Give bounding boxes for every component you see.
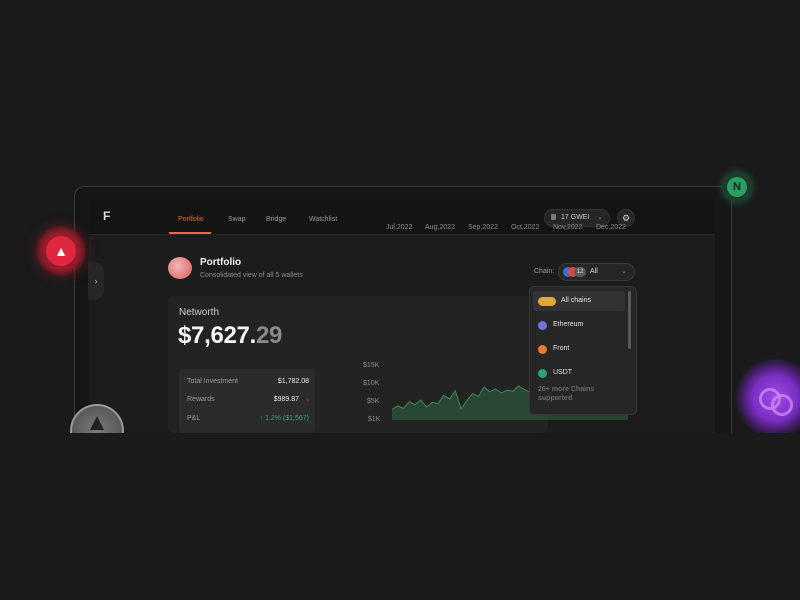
more-chains-note: 26+ more Chains supported [538,386,595,402]
page-title: Portfolio [200,257,242,268]
sidebar-expand-button[interactable]: › [88,262,104,300]
dropdown-scrollbar[interactable] [628,291,631,349]
stat-value: $989.87 [273,396,299,403]
y-tick-label: $5K [367,398,380,405]
chain-filter-label: Chain: [534,268,555,275]
networth-value-main: $7,627. [178,322,256,349]
chevron-down-icon: ⌄ [597,214,603,221]
chain-option-front[interactable]: Front [533,339,625,359]
chevron-down-icon: ⌄ [621,268,627,275]
networth-value-decimal: 29 [255,322,283,349]
tab-bridge[interactable]: Bridge [266,216,286,223]
lock-icon [551,214,556,220]
all-chains-icon [538,297,556,306]
chain-option-label: All chains [561,297,591,304]
x-tick-label: Nov,2022 [553,224,583,231]
stats-panel: Total Investment $1,782.08 Rewards $989.… [179,369,315,433]
stat-row-investment: Total Investment $1,782.08 [187,378,309,388]
near-coin-icon: N [722,172,752,202]
x-tick-label: Sep,2022 [468,224,498,231]
front-icon [538,345,547,354]
y-tick-label: $10K [363,380,380,387]
chain-option-ethereum[interactable]: Ethereum [533,315,625,335]
chain-option-usdt[interactable]: USDT [533,363,625,383]
tab-swap[interactable]: Swap [228,216,246,223]
chain-option-label: Front [553,345,570,352]
x-tick-label: Jul,2022 [386,224,413,231]
usdt-icon [538,369,547,378]
chain-option-label: Ethereum [553,321,584,328]
gear-icon: ⚙ [621,213,631,223]
app-logo[interactable]: F [103,210,113,222]
stat-label: Rewards [187,396,215,403]
x-tick-label: Dec,2022 [596,224,626,231]
networth-label: Networth [179,307,220,318]
avalanche-logo-icon: ▲ [46,236,76,266]
ethereum-coin-icon [70,404,124,433]
chain-option-all[interactable]: All chains [533,291,625,311]
networth-value: $7,627.29 [178,322,282,350]
x-tick-label: Oct,2022 [511,224,540,231]
chain-count-badge: 12 [574,267,586,277]
stat-label: Total Investment [187,378,238,385]
stat-value: $1,782.08 [277,378,309,385]
y-tick-label: $15K [363,362,380,369]
tab-watchlist[interactable]: Watchlist [309,216,337,223]
ethereum-icon [538,321,547,330]
portfolio-avatar [168,257,192,279]
chain-dropdown: All chains Ethereum Front USDT 26+ more … [529,286,637,415]
tab-portfolio[interactable]: Portfolio [178,216,204,223]
chevron-right-icon: › [94,276,98,286]
near-logo-icon: N [727,177,747,197]
active-tab-indicator [169,232,211,234]
stat-row-rewards[interactable]: Rewards $989.87 › [187,395,309,406]
chain-option-label: USDT [553,369,573,376]
chain-filter-select[interactable]: 12 All ⌄ [558,263,635,281]
x-tick-label: Aug,2022 [425,224,455,231]
polygon-coin-icon [735,358,800,438]
avalanche-coin-icon: ▲ [36,226,86,276]
y-tick-label: $1K [368,416,381,423]
stat-row-pnl: P&L ↑ 1.2% ($1,567) [187,415,309,425]
stat-value: ↑ 1.2% ($1,567) [259,415,309,422]
stat-label: P&L [187,415,201,422]
chain-selected-value: All [590,268,598,275]
page-subtitle: Consolidated view of all 5 wallets [200,272,303,279]
gas-price-label: 17 GWEI [561,214,590,221]
screen-cutoff [0,433,800,600]
chevron-right-icon: › [306,395,309,404]
